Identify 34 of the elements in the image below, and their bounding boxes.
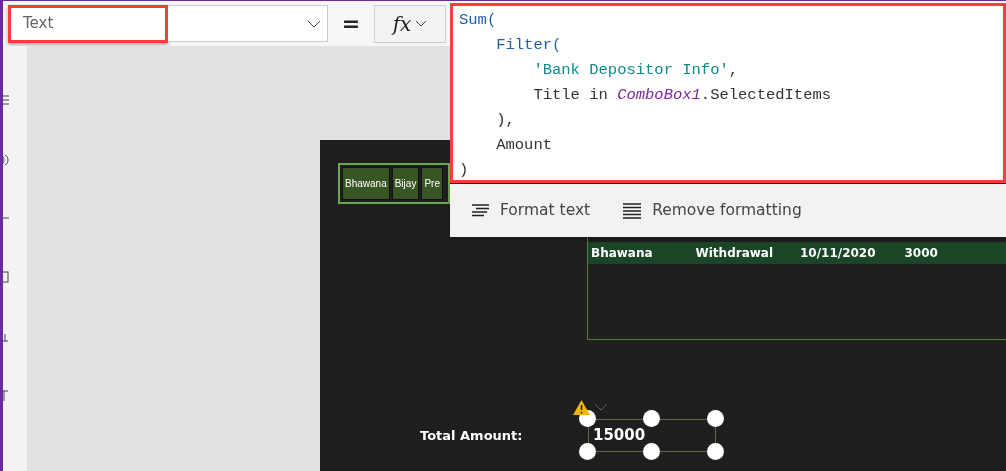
function-button[interactable]: fx	[374, 4, 446, 43]
row-text: 3000	[903, 245, 939, 262]
code-line: ),	[495, 110, 516, 131]
remove-formatting-button[interactable]: Remove formatting	[622, 198, 802, 223]
total-value-label: 15000	[593, 425, 646, 447]
row-text: 10/11/2020	[799, 245, 877, 262]
code-line: Amount	[495, 135, 553, 156]
code-line: Filter(	[495, 35, 563, 56]
row-text: Bhawana	[590, 245, 654, 262]
selected-item-chip[interactable]: Pre	[421, 167, 443, 200]
format-text-button[interactable]: Format text	[470, 198, 591, 223]
total-amount-label: Total Amount:	[420, 427, 523, 445]
chevron-down-icon	[415, 20, 428, 27]
format-text-icon	[470, 203, 490, 218]
equals-sign: =	[340, 10, 362, 38]
resize-handle[interactable]	[643, 410, 660, 427]
resize-handle[interactable]	[707, 443, 724, 460]
formula-editor[interactable]: Sum( Filter( 'Bank Depositor Info', Title in ComboBox1.SelectedItems ), Amount )	[450, 3, 1006, 183]
gallery-row[interactable]: Bhawana Withdrawal 10/11/2020 3000	[588, 242, 1006, 264]
code-line: 'Bank Depositor Info',	[532, 60, 740, 81]
code-line: Sum(	[459, 10, 498, 31]
combo-box[interactable]: Bhawana Bijay Pre	[338, 163, 450, 204]
code-line: Title in ComboBox1.SelectedItems	[532, 85, 833, 106]
warning-icon[interactable]	[572, 399, 591, 416]
lines-icon	[622, 202, 643, 219]
selected-item-chip[interactable]: Bhawana	[342, 167, 390, 200]
code-line: )	[459, 160, 470, 181]
resize-handle[interactable]	[707, 410, 724, 427]
resize-handle[interactable]	[643, 443, 660, 460]
resize-handle[interactable]	[579, 443, 596, 460]
row-text: Withdrawal	[694, 245, 775, 262]
chevron-down-icon	[307, 19, 321, 28]
property-dropdown[interactable]: Text	[8, 4, 168, 43]
selected-item-chip[interactable]: Bijay	[391, 167, 420, 200]
